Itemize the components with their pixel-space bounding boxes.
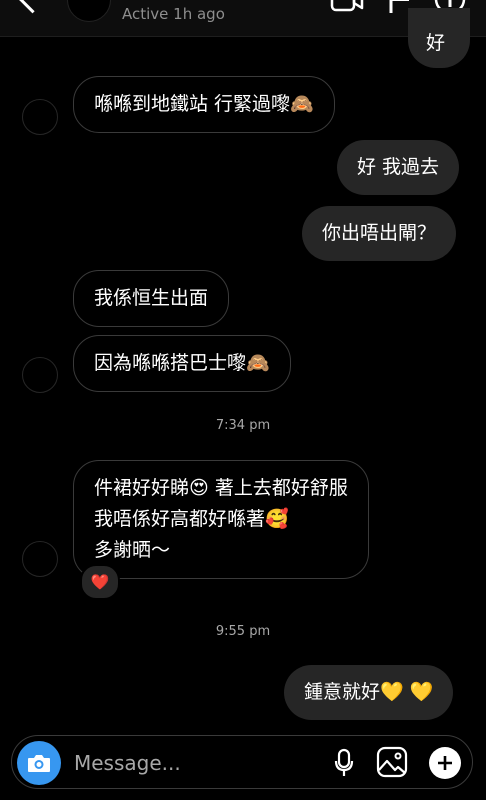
sender-avatar[interactable] — [22, 541, 58, 577]
heart-icon: ❤️ — [90, 573, 110, 591]
outgoing-message[interactable]: 好 — [408, 8, 470, 68]
message-line: 多謝晒～ — [94, 539, 171, 561]
outgoing-message[interactable]: 鍾意就好💛 💛 — [284, 665, 454, 720]
add-button[interactable] — [429, 747, 461, 779]
sender-avatar[interactable] — [22, 357, 58, 393]
camera-icon — [28, 755, 50, 772]
active-status: Active 1h ago — [122, 5, 225, 23]
message-text: 喺喺到地鐵站 行緊過嚟🙈 — [94, 93, 314, 115]
header-avatar[interactable] — [67, 0, 111, 22]
message-text: 我係恒生出面 — [94, 287, 209, 309]
message-line: 件裙好好睇😍 著上去都好舒服 — [94, 477, 348, 499]
outgoing-message[interactable]: 你出唔出閘？ — [302, 206, 457, 261]
heart-reaction[interactable]: ❤️ — [80, 564, 120, 600]
camera-button[interactable] — [17, 741, 61, 785]
message-text: 你出唔出閘？ — [322, 222, 437, 244]
video-call-icon[interactable] — [330, 0, 364, 12]
timestamp: 7:34 pm — [215, 418, 271, 433]
incoming-message[interactable]: 件裙好好睇😍 著上去都好舒服 我唔係好高都好喺著🥰 多謝晒～ — [73, 460, 369, 579]
plus-icon — [438, 756, 452, 770]
message-line: 我唔係好高都好喺著🥰 — [94, 508, 289, 530]
message-text: 因為喺喺搭巴士嚟🙈 — [94, 352, 270, 374]
message-text: 好 — [426, 32, 446, 54]
message-composer — [11, 735, 473, 790]
incoming-message[interactable]: 因為喺喺搭巴士嚟🙈 — [73, 335, 291, 392]
message-text: 好 我過去 — [357, 156, 440, 178]
microphone-icon[interactable] — [332, 748, 356, 778]
incoming-message[interactable]: 我係恒生出面 — [73, 270, 230, 327]
message-text: 鍾意就好💛 💛 — [304, 681, 434, 703]
sender-avatar[interactable] — [22, 99, 58, 135]
message-input[interactable] — [72, 736, 326, 790]
timestamp: 9:55 pm — [215, 624, 271, 639]
outgoing-message[interactable]: 好 我過去 — [337, 140, 460, 195]
gallery-icon[interactable] — [376, 746, 408, 778]
back-arrow-icon[interactable] — [17, 0, 48, 14]
incoming-message[interactable]: 喺喺到地鐵站 行緊過嚟🙈 — [73, 76, 335, 133]
